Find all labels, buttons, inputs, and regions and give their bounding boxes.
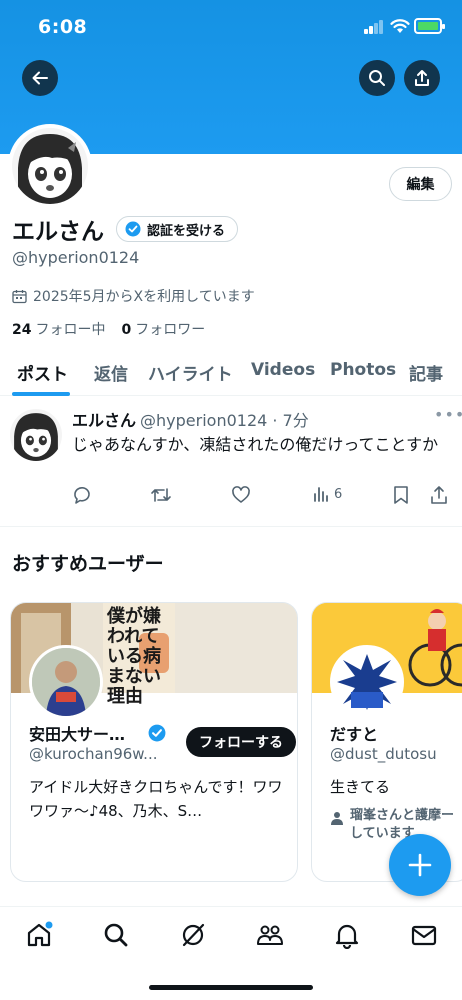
- user-card-bio: アイドル大好きクロちゃんです！ワワワワァ～♪48、乃木、S…: [29, 778, 283, 820]
- like-button[interactable]: [231, 485, 251, 505]
- back-button[interactable]: [22, 60, 58, 96]
- anime-avatar-image: [10, 409, 62, 461]
- status-bar: 6:08: [0, 0, 462, 54]
- following-link[interactable]: 24 フォロー中: [12, 319, 105, 339]
- search-icon: [369, 70, 385, 86]
- tab-posts[interactable]: ポスト: [17, 360, 68, 385]
- join-date-text: 2025年5月からXを利用しています: [33, 289, 255, 305]
- arrow-left-icon: [32, 71, 48, 85]
- home-indicator: [149, 985, 313, 990]
- verified-badge-icon: [148, 724, 166, 742]
- search-button[interactable]: [359, 60, 395, 96]
- follow-button[interactable]: フォローする: [186, 727, 296, 757]
- get-verified-button[interactable]: 認証を受ける: [116, 216, 239, 242]
- tab-videos[interactable]: Videos: [251, 360, 315, 380]
- user-card-handle: @dust_dutosu: [330, 745, 437, 763]
- user-card-bio: 生きてる: [330, 778, 391, 796]
- bell-icon[interactable]: [333, 921, 361, 949]
- join-date: 2025年5月からXを利用しています: [12, 286, 255, 306]
- user-card[interactable]: 僕が嫌われている病まない理由 安田大サー… @kurochan96w... フォ…: [10, 602, 298, 882]
- battery-icon: [414, 18, 445, 34]
- edit-profile-button[interactable]: 編集: [389, 167, 452, 201]
- communities-icon[interactable]: [256, 921, 284, 949]
- post-avatar[interactable]: [10, 409, 62, 461]
- plus-icon: [408, 853, 432, 877]
- views-button[interactable]: 6: [312, 485, 342, 503]
- profile-handle: @hyperion0124: [12, 248, 140, 267]
- home-icon[interactable]: [25, 921, 53, 949]
- calendar-icon: [12, 289, 27, 303]
- grok-icon[interactable]: [179, 921, 207, 949]
- post[interactable]: エルさん@hyperion0124 · 7分 ••• じゃあなんすか、凍結された…: [0, 397, 462, 527]
- profile-tabs: ポスト 返信 ハイライト Videos Photos 記事: [0, 352, 462, 396]
- followers-link[interactable]: 0 フォロワー: [121, 319, 205, 339]
- more-icon[interactable]: •••: [434, 405, 462, 424]
- verified-badge-icon: [125, 221, 141, 237]
- post-header: エルさん @hyperion0124 · 7分: [72, 407, 309, 431]
- active-tab-indicator: [12, 392, 70, 396]
- heart-icon: [232, 486, 250, 503]
- user-card-avatar[interactable]: [330, 645, 404, 719]
- splash-logo-image: [333, 648, 401, 716]
- repost-button[interactable]: [150, 485, 172, 505]
- reply-icon: [74, 486, 90, 504]
- compose-post-button[interactable]: [389, 834, 451, 896]
- signal-icon: [364, 20, 384, 34]
- followed-by: 瑠峯さんと護摩ーしています: [330, 807, 458, 843]
- share-button[interactable]: [404, 60, 440, 96]
- wifi-icon: [390, 19, 410, 33]
- share-icon: [415, 70, 429, 86]
- user-card-name[interactable]: だすと: [330, 721, 378, 745]
- person-icon: [331, 812, 343, 825]
- post-author-name[interactable]: エルさん: [72, 411, 136, 430]
- user-card-handle: @kurochan96w...: [29, 745, 158, 763]
- follow-stats: 24 フォロー中 0 フォロワー: [12, 319, 205, 339]
- post-handle-time: @hyperion0124 · 7分: [140, 411, 309, 430]
- share-post-button[interactable]: [430, 485, 448, 505]
- post-actions: 6: [72, 485, 452, 505]
- share-icon: [431, 486, 447, 504]
- user-card-avatar[interactable]: [29, 645, 103, 719]
- get-verified-label: 認証を受ける: [147, 223, 226, 239]
- tab-articles[interactable]: 記事: [409, 360, 443, 385]
- user-card-name[interactable]: 安田大サー…: [29, 721, 125, 745]
- reply-button[interactable]: [72, 485, 92, 505]
- tab-highlights[interactable]: ハイライト: [148, 360, 233, 385]
- search-icon[interactable]: [102, 921, 130, 949]
- views-count: 6: [334, 486, 343, 502]
- bookmark-icon: [394, 486, 408, 504]
- profile-name: エルさん: [12, 219, 104, 245]
- recommended-users-title: おすすめユーザー: [12, 553, 164, 575]
- tab-photos[interactable]: Photos: [330, 360, 396, 380]
- person-photo: [32, 648, 100, 716]
- repost-icon: [151, 488, 171, 502]
- mail-icon[interactable]: [410, 921, 438, 949]
- tab-replies[interactable]: 返信: [94, 360, 128, 385]
- status-time: 6:08: [38, 16, 88, 38]
- bookmark-button[interactable]: [392, 485, 410, 505]
- bar-chart-icon: [314, 487, 328, 502]
- post-text: じゃあなんすか、凍結されたの俺だけってことすか: [72, 435, 439, 454]
- profile-avatar[interactable]: [8, 124, 92, 208]
- book-cover-text: 僕が嫌われている病まない理由: [107, 606, 161, 707]
- anime-avatar-image: [12, 128, 88, 204]
